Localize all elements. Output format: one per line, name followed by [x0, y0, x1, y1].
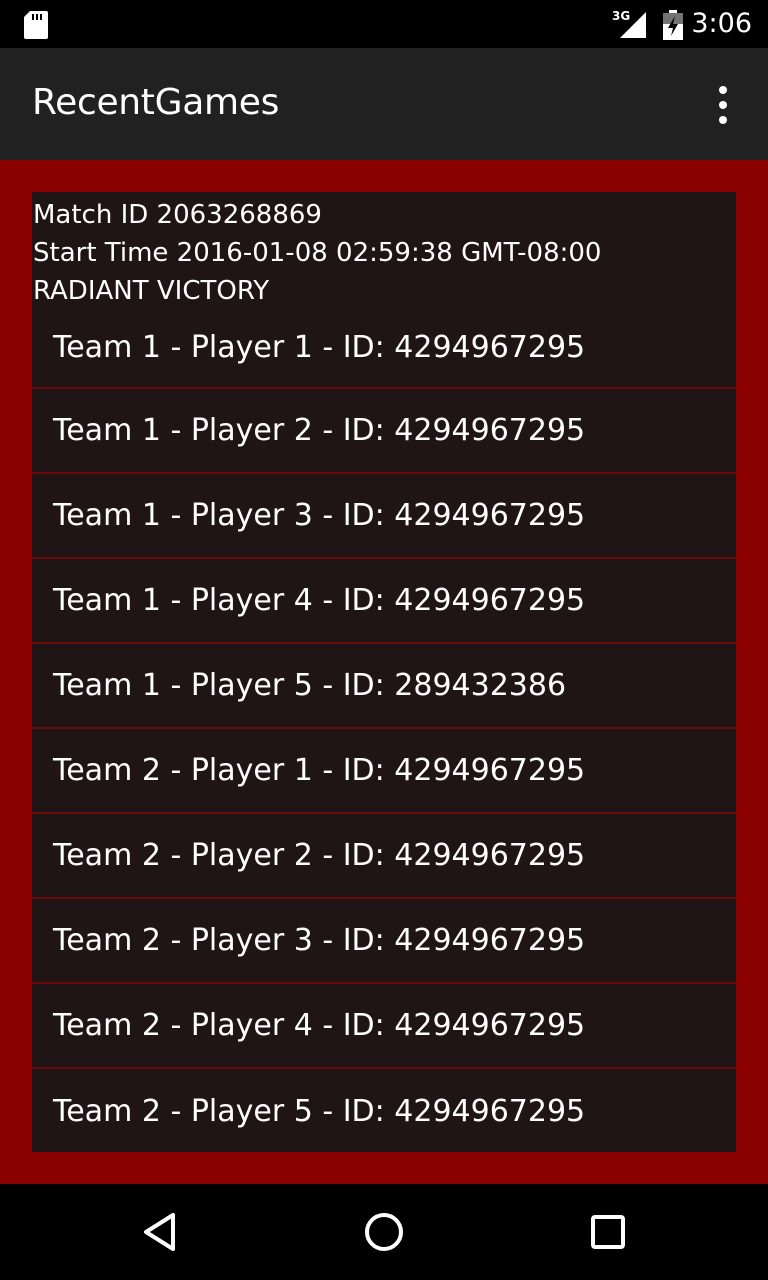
app-title: RecentGames: [32, 82, 280, 123]
list-item[interactable]: Team 2 - Player 5 - ID: 4294967295: [32, 1069, 736, 1154]
list-item[interactable]: Team 1 - Player 1 - ID: 4294967295: [32, 322, 736, 389]
list-item[interactable]: Team 2 - Player 4 - ID: 4294967295: [32, 984, 736, 1069]
list-item[interactable]: Team 2 - Player 1 - ID: 4294967295: [32, 729, 736, 814]
match-result: RADIANT VICTORY: [33, 276, 270, 306]
match-card[interactable]: Match ID 2063268869 Start Time 2016-01-0…: [32, 192, 736, 1152]
match-start-time: Start Time 2016-01-08 02:59:38 GMT-08:00: [33, 238, 602, 268]
navigation-bar: [0, 1184, 768, 1280]
signal-icon: [620, 12, 646, 38]
status-clock: 3:06: [691, 8, 752, 39]
list-item[interactable]: Team 1 - Player 4 - ID: 4294967295: [32, 559, 736, 644]
overflow-menu-icon[interactable]: [702, 84, 744, 126]
status-bar: 3G 3:06: [0, 0, 768, 48]
list-item[interactable]: Team 2 - Player 3 - ID: 4294967295: [32, 899, 736, 984]
home-icon[interactable]: [360, 1208, 408, 1256]
player-list: Team 1 - Player 1 - ID: 4294967295 Team …: [32, 322, 736, 1154]
list-item[interactable]: Team 1 - Player 3 - ID: 4294967295: [32, 474, 736, 559]
app-bar: RecentGames: [0, 48, 768, 160]
list-item[interactable]: Team 1 - Player 5 - ID: 289432386: [32, 644, 736, 729]
match-header: Match ID 2063268869 Start Time 2016-01-0…: [32, 192, 736, 310]
battery-icon: [663, 10, 683, 40]
list-item[interactable]: Team 1 - Player 2 - ID: 4294967295: [32, 389, 736, 474]
sd-card-icon: [24, 11, 48, 39]
list-item[interactable]: Team 2 - Player 2 - ID: 4294967295: [32, 814, 736, 899]
recents-icon[interactable]: [584, 1208, 632, 1256]
match-id: Match ID 2063268869: [33, 200, 322, 230]
back-icon[interactable]: [136, 1208, 184, 1256]
